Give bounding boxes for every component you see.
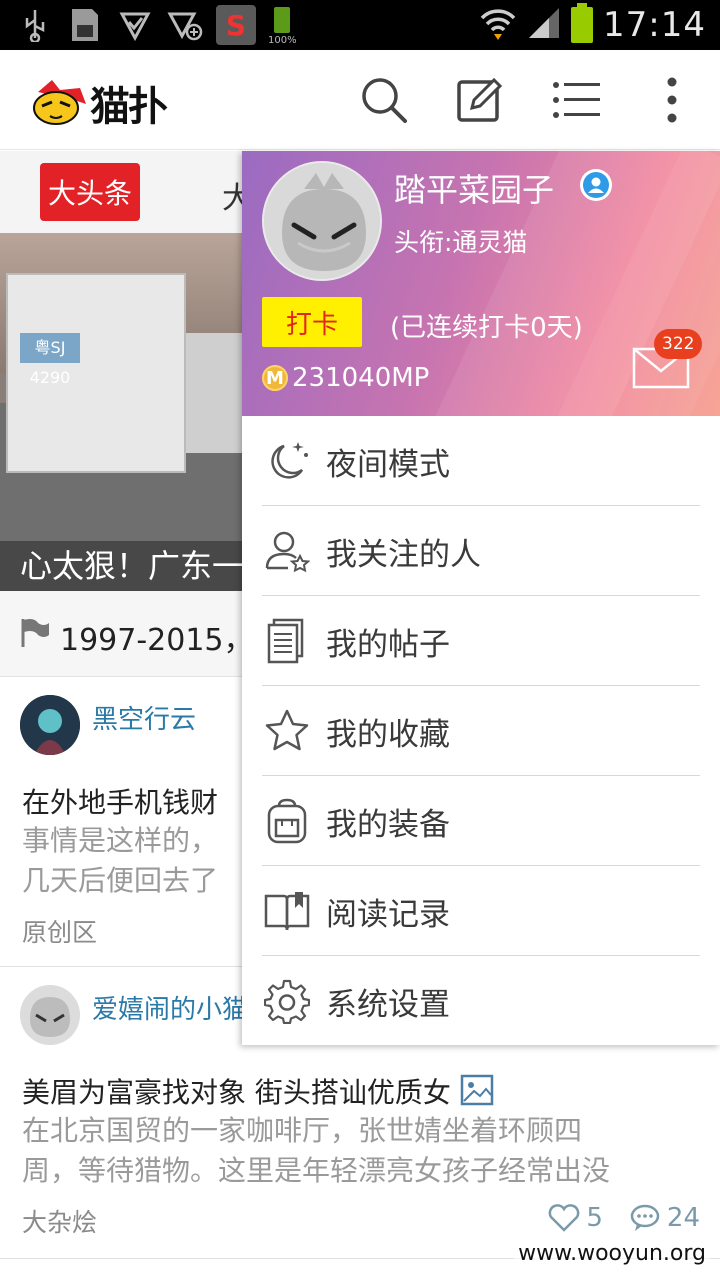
menu-item-favorites[interactable]: 我的收藏 bbox=[242, 686, 720, 776]
menu-item-my-posts[interactable]: 我的帖子 bbox=[242, 596, 720, 686]
author-name[interactable]: 黑空行云 bbox=[92, 699, 196, 736]
battery-icon bbox=[571, 3, 594, 43]
menu-item-label: 阅读记录 bbox=[326, 896, 450, 933]
post-excerpt: 在北京国贸的一家咖啡厅，张世婧坐着环顾四 周，等待猎物。这里是年轻漂亮女孩子经常… bbox=[22, 1111, 702, 1191]
gear-icon bbox=[242, 956, 326, 1046]
menu-item-label: 我的装备 bbox=[326, 806, 450, 843]
moon-icon bbox=[242, 416, 326, 506]
search-button[interactable] bbox=[336, 50, 432, 150]
tab-headline[interactable]: 大头条 bbox=[40, 163, 140, 221]
search-icon bbox=[362, 78, 407, 123]
menu-item-label: 我的帖子 bbox=[326, 626, 450, 663]
banner-plate: 粤SJ 4290 bbox=[20, 333, 80, 387]
backpack-icon bbox=[242, 776, 326, 866]
user-rank: 头衔:通灵猫 bbox=[394, 228, 528, 257]
menu-item-label: 我的收藏 bbox=[326, 716, 450, 753]
book-icon bbox=[242, 866, 326, 956]
comment-icon bbox=[630, 1204, 660, 1231]
edit-icon bbox=[457, 77, 503, 122]
logo-text: 猫扑 bbox=[90, 84, 168, 130]
status-system: 17:14 bbox=[479, 3, 706, 46]
list-button[interactable] bbox=[528, 50, 624, 150]
mascot-icon bbox=[30, 78, 88, 128]
menu-item-following[interactable]: 我关注的人 bbox=[242, 506, 720, 596]
author-avatar[interactable] bbox=[20, 985, 80, 1045]
vpn-shield-icon bbox=[116, 6, 154, 44]
user-avatar[interactable] bbox=[262, 161, 382, 281]
user-profile-header: 踏平菜园子 头衔:通灵猫 打卡 (已连续打卡0天) M 231040MP 322 bbox=[242, 151, 720, 416]
wifi-icon bbox=[479, 6, 517, 44]
checkin-button[interactable]: 打卡 bbox=[262, 297, 362, 347]
author-avatar[interactable] bbox=[20, 695, 80, 755]
like-count: 5 bbox=[586, 1203, 603, 1233]
menu-item-settings[interactable]: 系统设置 bbox=[242, 956, 720, 1046]
signal-icon bbox=[527, 6, 561, 44]
post-title-row: 美眉为富豪找对象 街头搭讪优质女 bbox=[22, 1071, 494, 1111]
menu-item-reading-history[interactable]: 阅读记录 bbox=[242, 866, 720, 956]
posts-icon bbox=[242, 596, 326, 686]
post-section[interactable]: 大杂烩 bbox=[22, 1203, 97, 1239]
follow-icon bbox=[242, 506, 326, 596]
sogou-icon: S bbox=[216, 5, 256, 45]
flag-icon bbox=[20, 617, 50, 653]
mp-coin-icon: M bbox=[262, 365, 288, 391]
sd-card-icon bbox=[66, 6, 104, 44]
battery-notification-icon: 100% bbox=[268, 5, 304, 46]
drawer-menu: 夜间模式 我关注的人 我的帖子 我的收藏 我的装备 阅读记录 系统设置 bbox=[242, 416, 720, 1046]
user-menu-drawer: 踏平菜园子 头衔:通灵猫 打卡 (已连续打卡0天) M 231040MP 322… bbox=[242, 151, 720, 1045]
star-icon bbox=[242, 686, 326, 776]
list-icon bbox=[553, 82, 600, 118]
more-icon bbox=[667, 77, 677, 123]
battery-percent-label: 100% bbox=[268, 35, 297, 46]
watermark: www.wooyun.org bbox=[514, 1241, 710, 1266]
status-time: 17:14 bbox=[603, 5, 706, 45]
menu-item-label: 系统设置 bbox=[326, 986, 450, 1023]
mp-balance: M 231040MP bbox=[262, 363, 429, 393]
compose-button[interactable] bbox=[432, 50, 528, 150]
menu-item-night-mode[interactable]: 夜间模式 bbox=[242, 416, 720, 506]
menu-item-label: 我关注的人 bbox=[326, 536, 481, 573]
app-header: 猫扑 bbox=[0, 50, 720, 150]
author-name[interactable]: 爱嬉闹的小猫 bbox=[92, 989, 248, 1026]
post-title: 美眉为富豪找对象 街头搭讪优质女 bbox=[22, 1076, 451, 1109]
image-icon bbox=[460, 1074, 494, 1106]
post-section[interactable]: 原创区 bbox=[22, 913, 97, 949]
post-title: 在外地手机钱财 bbox=[22, 786, 219, 819]
more-button[interactable] bbox=[624, 50, 720, 150]
header-actions bbox=[336, 50, 720, 150]
heart-icon bbox=[548, 1204, 580, 1232]
app-logo[interactable]: 猫扑 bbox=[30, 74, 168, 132]
post-excerpt-line: 在北京国贸的一家咖啡厅，张世婧坐着环顾四 bbox=[22, 1114, 583, 1147]
verified-user-icon bbox=[580, 169, 612, 201]
usb-icon bbox=[16, 6, 54, 44]
status-bar: S 100% 17:14 bbox=[0, 0, 720, 50]
post-excerpt-line: 周，等待猎物。这里是年轻漂亮女孩子经常出没 bbox=[22, 1154, 611, 1187]
post-stats: 5 24 bbox=[548, 1203, 700, 1233]
notice-text: 1997-2015， bbox=[60, 623, 254, 658]
user-name[interactable]: 踏平菜园子 bbox=[394, 165, 554, 211]
menu-item-equipment[interactable]: 我的装备 bbox=[242, 776, 720, 866]
mail-count-badge: 322 bbox=[654, 329, 703, 359]
vpn-add-icon bbox=[166, 6, 204, 44]
comment-count: 24 bbox=[666, 1203, 700, 1233]
status-notifications: S 100% bbox=[16, 5, 304, 46]
checkin-streak: (已连续打卡0天) bbox=[390, 313, 583, 343]
menu-item-label: 夜间模式 bbox=[326, 446, 450, 483]
mp-value: 231040MP bbox=[292, 363, 430, 393]
